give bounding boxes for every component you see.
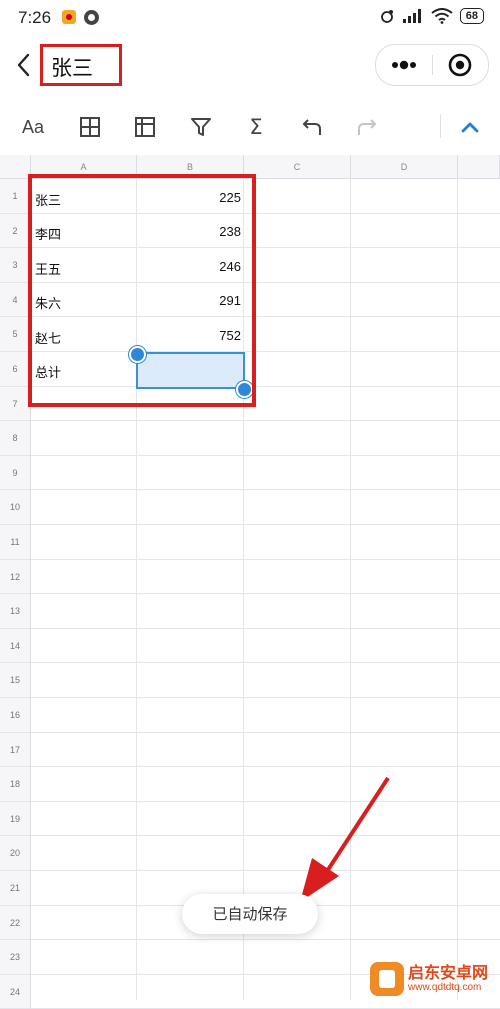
watermark: 启东安卓网 www.qdtdtq.com (370, 962, 488, 996)
watermark-name: 启东安卓网 (408, 963, 489, 982)
watermark-url: www.qdtdtq.com (408, 982, 482, 993)
autosave-toast: 已自动保存 (182, 894, 318, 934)
watermark-text: 启东安卓网 www.qdtdtq.com (408, 964, 488, 994)
watermark-logo-icon (370, 962, 404, 996)
annotation-arrow-icon (300, 776, 390, 902)
